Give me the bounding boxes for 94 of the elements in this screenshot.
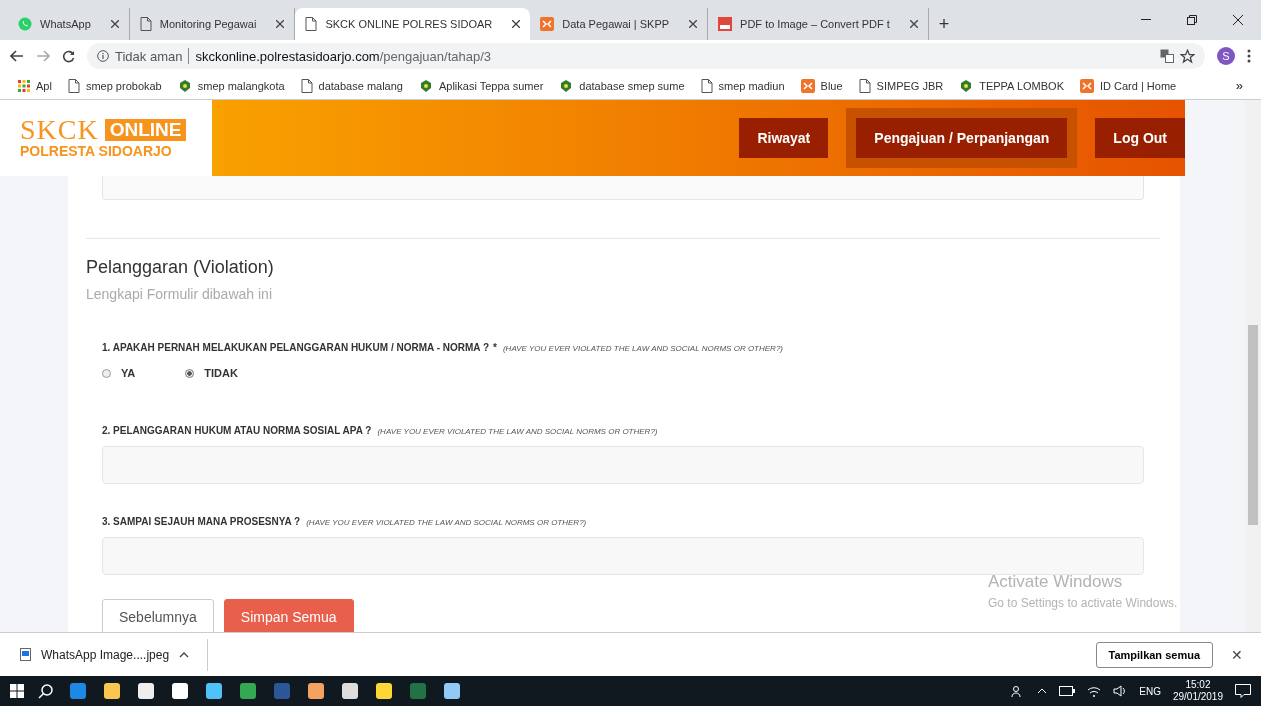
bookmark-link[interactable]: Blue bbox=[820, 79, 843, 92]
caret-icon[interactable] bbox=[179, 651, 190, 658]
browser-tab[interactable]: Data Pegawai | SKPP bbox=[530, 8, 709, 40]
translate-icon[interactable] bbox=[1160, 49, 1174, 63]
notification-icon[interactable] bbox=[1235, 684, 1251, 698]
chevron-up-icon[interactable] bbox=[1037, 688, 1048, 694]
input-field[interactable] bbox=[102, 537, 1144, 575]
star-icon[interactable] bbox=[1180, 48, 1195, 64]
radio-button[interactable] bbox=[102, 368, 111, 378]
scrollbar[interactable] bbox=[1245, 100, 1261, 632]
watermark-subtitle: Go to Settings to activate Windows. bbox=[988, 596, 1178, 610]
taskbar-app-icon[interactable] bbox=[306, 681, 326, 701]
close-icon[interactable] bbox=[689, 20, 698, 28]
question-hint: (HAVE YOU EVER VIOLATED THE LAW AND SOCIAL NORMS OR OTHER?) bbox=[377, 427, 658, 436]
bookmark-link[interactable]: Apl bbox=[36, 79, 52, 92]
bookmark-link[interactable]: database smep sume bbox=[579, 79, 685, 92]
browser-tab[interactable]: SKCK ONLINE POLRES SIDOAR bbox=[295, 8, 531, 40]
question-label: 1. APAKAH PERNAH MELAKUKAN PELANGGARAN HUKUM / NORMA - NORMA ? bbox=[102, 342, 490, 353]
bookmark-link[interactable]: ID Card | Home bbox=[1100, 79, 1177, 92]
language-indicator[interactable]: ENG bbox=[1139, 685, 1161, 697]
close-icon[interactable] bbox=[512, 20, 521, 28]
radio-label[interactable]: YA bbox=[121, 367, 136, 379]
input-field[interactable] bbox=[102, 446, 1144, 484]
profile-avatar[interactable]: S bbox=[1217, 47, 1235, 65]
info-icon[interactable] bbox=[97, 50, 109, 62]
minimize-icon[interactable] bbox=[1141, 19, 1151, 21]
bookmark-link[interactable]: SIMPEG JBR bbox=[876, 79, 944, 92]
emblem-icon bbox=[418, 78, 433, 93]
close-icon[interactable] bbox=[909, 20, 918, 28]
browser-tab[interactable]: WhatsApp bbox=[8, 8, 130, 40]
speaker-icon[interactable] bbox=[1113, 685, 1128, 697]
watermark-title: Activate Windows bbox=[988, 572, 1124, 592]
back-button[interactable]: Sebelumnya bbox=[102, 599, 214, 632]
back-arrow-icon[interactable] bbox=[10, 50, 24, 62]
taskbar-app-icon[interactable] bbox=[102, 681, 122, 701]
section-title: Pelanggaran (Violation) bbox=[86, 257, 275, 278]
security-label: Tidak aman bbox=[115, 48, 183, 64]
browser-tab[interactable]: PDF to Image – Convert PDF t bbox=[708, 8, 929, 40]
page-icon bbox=[139, 17, 152, 31]
bookmark-link[interactable]: smep malangkota bbox=[197, 79, 285, 92]
square-logo-icon bbox=[540, 17, 555, 31]
taskbar-app-icon[interactable] bbox=[442, 681, 462, 701]
bookmark-link[interactable]: database malang bbox=[318, 79, 403, 92]
page-icon bbox=[67, 78, 80, 93]
windows-logo-icon[interactable] bbox=[10, 684, 24, 698]
question-label: 2. PELANGGARAN HUKUM ATAU NORMA SOSIAL APA ? bbox=[102, 425, 372, 436]
square-logo-icon bbox=[1080, 78, 1094, 93]
radio-label[interactable]: TIDAK bbox=[204, 367, 238, 379]
taskbar-app-icon[interactable] bbox=[136, 681, 156, 701]
bookmark-link[interactable]: smep probokab bbox=[85, 79, 162, 92]
close-icon[interactable] bbox=[276, 20, 285, 28]
page-icon bbox=[305, 17, 318, 31]
new-tab-button[interactable]: + bbox=[928, 8, 960, 40]
more-menu-icon[interactable] bbox=[1247, 49, 1251, 63]
bookmark-link[interactable]: TEPPA LOMBOK bbox=[979, 79, 1064, 92]
emblem-icon bbox=[177, 78, 192, 93]
emblem-icon bbox=[559, 78, 574, 93]
clock[interactable]: 15:02 29/01/2019 bbox=[1172, 679, 1223, 703]
url-text: skckonline.polrestasidoarjo.com/pengajuan/tahap/3 bbox=[195, 48, 492, 64]
page-icon bbox=[300, 78, 313, 93]
show-all-button[interactable]: Tampilkan semua bbox=[1095, 641, 1213, 668]
wifi-icon[interactable] bbox=[1087, 685, 1102, 697]
section-subtitle: Lengkapi Formulir dibawah ini bbox=[86, 286, 273, 302]
radio-button[interactable] bbox=[185, 368, 195, 378]
search-icon[interactable] bbox=[38, 683, 54, 699]
taskbar-app-icon[interactable] bbox=[340, 681, 360, 701]
square-logo-icon bbox=[800, 78, 815, 93]
close-icon[interactable] bbox=[1233, 15, 1243, 25]
close-icon[interactable] bbox=[110, 20, 119, 28]
grid-icon bbox=[18, 79, 30, 92]
bookmark-link[interactable]: smep madiun bbox=[718, 79, 785, 92]
emblem-icon bbox=[959, 78, 974, 93]
image-file-icon bbox=[20, 648, 31, 661]
taskbar-app-icon[interactable] bbox=[170, 681, 190, 701]
close-button[interactable]: ✕ bbox=[1225, 645, 1249, 664]
page-icon bbox=[858, 78, 871, 93]
page-icon bbox=[700, 78, 713, 93]
required-mark: * bbox=[493, 342, 497, 353]
download-filename[interactable]: WhatsApp Image....jpeg bbox=[41, 647, 170, 662]
restore-icon[interactable] bbox=[1187, 15, 1197, 25]
taskbar-app-icon[interactable] bbox=[374, 681, 394, 701]
question-label: 3. SAMPAI SEJAUH MANA PROSESNYA ? bbox=[102, 516, 301, 527]
question-hint: (HAVE YOU EVER VIOLATED THE LAW AND SOCIAL NORMS OR OTHER?) bbox=[502, 344, 783, 353]
battery-icon[interactable] bbox=[1059, 686, 1076, 696]
address-bar[interactable]: Tidak aman skckonline.polrestasidoarjo.com/pengajuan/tahap/3 bbox=[87, 43, 1205, 69]
taskbar-app-icon[interactable] bbox=[238, 681, 258, 701]
question-hint: (HAVE YOU EVER VIOLATED THE LAW AND SOCIAL NORMS OR OTHER?) bbox=[306, 518, 587, 527]
input-field[interactable] bbox=[102, 176, 1144, 200]
taskbar-app-icon[interactable] bbox=[204, 681, 224, 701]
chat-bubble-icon bbox=[18, 17, 32, 31]
reload-icon[interactable] bbox=[62, 49, 75, 63]
bookmarks-overflow-button[interactable]: » bbox=[1235, 78, 1243, 93]
pdf-file-icon bbox=[718, 17, 733, 31]
bookmark-link[interactable]: Aplikasi Teppa sumer bbox=[438, 79, 544, 92]
